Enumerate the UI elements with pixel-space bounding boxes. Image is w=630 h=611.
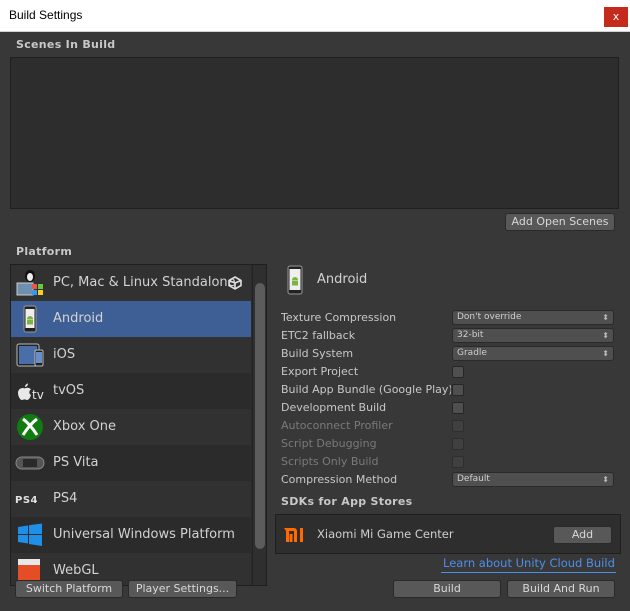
dropdown-arrows-icon: ⬍ (602, 313, 609, 322)
scripts-only-build-row: Scripts Only Build (281, 454, 621, 471)
sdks-for-app-stores-label: SDKs for App Stores (281, 495, 413, 508)
selected-platform-name: Android (317, 272, 368, 287)
development-build-label: Development Build (281, 401, 387, 414)
svg-text:PS4: PS4 (15, 495, 38, 506)
ps-vita-icon (15, 456, 45, 470)
etc2-fallback-row: ETC2 fallback 32-bit ⬍ (281, 328, 621, 345)
build-system-row: Build System Gradle ⬍ (281, 346, 621, 363)
scenes-in-build-label: Scenes In Build (16, 38, 116, 51)
build-app-bundle-row: Build App Bundle (Google Play) (281, 382, 621, 399)
tvos-icon: tv (18, 383, 44, 402)
ps4-icon: PS4 (15, 495, 38, 506)
window-title: Build Settings (9, 8, 83, 22)
build-app-bundle-checkbox[interactable] (452, 384, 464, 396)
unity-logo-icon (228, 276, 242, 290)
ios-icon (16, 343, 44, 367)
etc2-fallback-dropdown[interactable]: 32-bit ⬍ (452, 328, 614, 343)
learn-unity-cloud-build-link[interactable]: Learn about Unity Cloud Build (443, 556, 615, 570)
platform-item-label: Universal Windows Platform (53, 527, 235, 542)
close-button[interactable]: x (604, 7, 628, 27)
svg-text:tv: tv (32, 388, 44, 402)
build-button[interactable]: Build (393, 580, 501, 598)
xiaomi-logo-icon (283, 525, 307, 545)
dropdown-arrows-icon: ⬍ (602, 475, 609, 484)
platform-item-label: PC, Mac & Linux Standalone (53, 275, 236, 290)
export-project-label: Export Project (281, 365, 359, 378)
platform-item-label: WebGL (53, 563, 99, 578)
compression-method-label: Compression Method (281, 473, 398, 486)
platform-item-xbox-one[interactable]: Xbox One (11, 409, 251, 445)
platform-item-ps-vita[interactable]: PS Vita (11, 445, 251, 481)
dropdown-value: Gradle (457, 348, 487, 358)
build-and-run-button[interactable]: Build And Run (507, 580, 615, 598)
texture-compression-row: Texture Compression Don't override ⬍ (281, 310, 621, 327)
platform-list-scrollbar[interactable] (252, 265, 266, 585)
scripts-only-build-checkbox (452, 456, 464, 468)
platform-item-ios[interactable]: iOS (11, 337, 251, 373)
sdk-add-button[interactable]: Add (553, 526, 612, 544)
platform-list[interactable]: PC, Mac & Linux Standalone Android iOS t… (10, 264, 267, 586)
build-system-label: Build System (281, 347, 354, 360)
autoconnect-profiler-checkbox (452, 420, 464, 432)
sdk-item-xiaomi: Xiaomi Mi Game Center Add (275, 514, 621, 554)
switch-platform-button[interactable]: Switch Platform (15, 580, 123, 598)
platform-item-android[interactable]: Android (11, 301, 251, 337)
dropdown-value: Default (457, 474, 490, 484)
script-debugging-label: Script Debugging (281, 437, 377, 450)
platform-item-standalone[interactable]: PC, Mac & Linux Standalone (11, 265, 251, 301)
platform-item-label: iOS (53, 347, 76, 362)
development-build-row: Development Build (281, 400, 621, 417)
dropdown-arrows-icon: ⬍ (602, 349, 609, 358)
compression-method-row: Compression Method Default ⬍ (281, 472, 621, 489)
platform-item-label: tvOS (53, 383, 85, 398)
platform-item-uwp[interactable]: Universal Windows Platform (11, 517, 251, 553)
texture-compression-dropdown[interactable]: Don't override ⬍ (452, 310, 614, 325)
windows-icon (18, 523, 42, 546)
export-project-row: Export Project (281, 364, 621, 381)
player-settings-button[interactable]: Player Settings... (128, 580, 237, 598)
etc2-fallback-label: ETC2 fallback (281, 329, 356, 342)
platform-item-tvos[interactable]: tv tvOS (11, 373, 251, 409)
autoconnect-profiler-label: Autoconnect Profiler (281, 419, 393, 432)
compression-method-dropdown[interactable]: Default ⬍ (452, 472, 614, 487)
scrollbar-thumb[interactable] (255, 283, 265, 549)
xbox-icon (17, 414, 43, 440)
dropdown-arrows-icon: ⬍ (602, 331, 609, 340)
development-build-checkbox[interactable] (452, 402, 464, 414)
title-bar: Build Settings x (0, 0, 630, 32)
build-system-dropdown[interactable]: Gradle ⬍ (452, 346, 614, 361)
autoconnect-profiler-row: Autoconnect Profiler (281, 418, 621, 435)
script-debugging-checkbox (452, 438, 464, 450)
selected-platform-android-icon (287, 265, 303, 295)
link-underline (441, 572, 616, 573)
texture-compression-label: Texture Compression (281, 311, 397, 324)
platform-item-label: Android (53, 311, 104, 326)
platform-item-ps4[interactable]: PS4 PS4 (11, 481, 251, 517)
platform-label: Platform (16, 245, 73, 258)
platform-item-label: PS Vita (53, 455, 99, 470)
platform-item-label: Xbox One (53, 419, 117, 434)
export-project-checkbox[interactable] (452, 366, 464, 378)
build-settings-window: Scenes In Build Add Open Scenes Platform… (0, 32, 630, 611)
add-open-scenes-button[interactable]: Add Open Scenes (505, 213, 615, 231)
dropdown-value: 32-bit (457, 330, 484, 340)
build-app-bundle-label: Build App Bundle (Google Play) (281, 383, 451, 396)
android-icon (23, 305, 37, 333)
sdk-item-name: Xiaomi Mi Game Center (317, 527, 454, 541)
platform-item-label: PS4 (53, 491, 78, 506)
script-debugging-row: Script Debugging (281, 436, 621, 453)
scripts-only-build-label: Scripts Only Build (281, 455, 379, 468)
pc-mac-linux-icon (16, 270, 43, 296)
dropdown-value: Don't override (457, 312, 522, 322)
scenes-in-build-list[interactable] (10, 57, 619, 209)
